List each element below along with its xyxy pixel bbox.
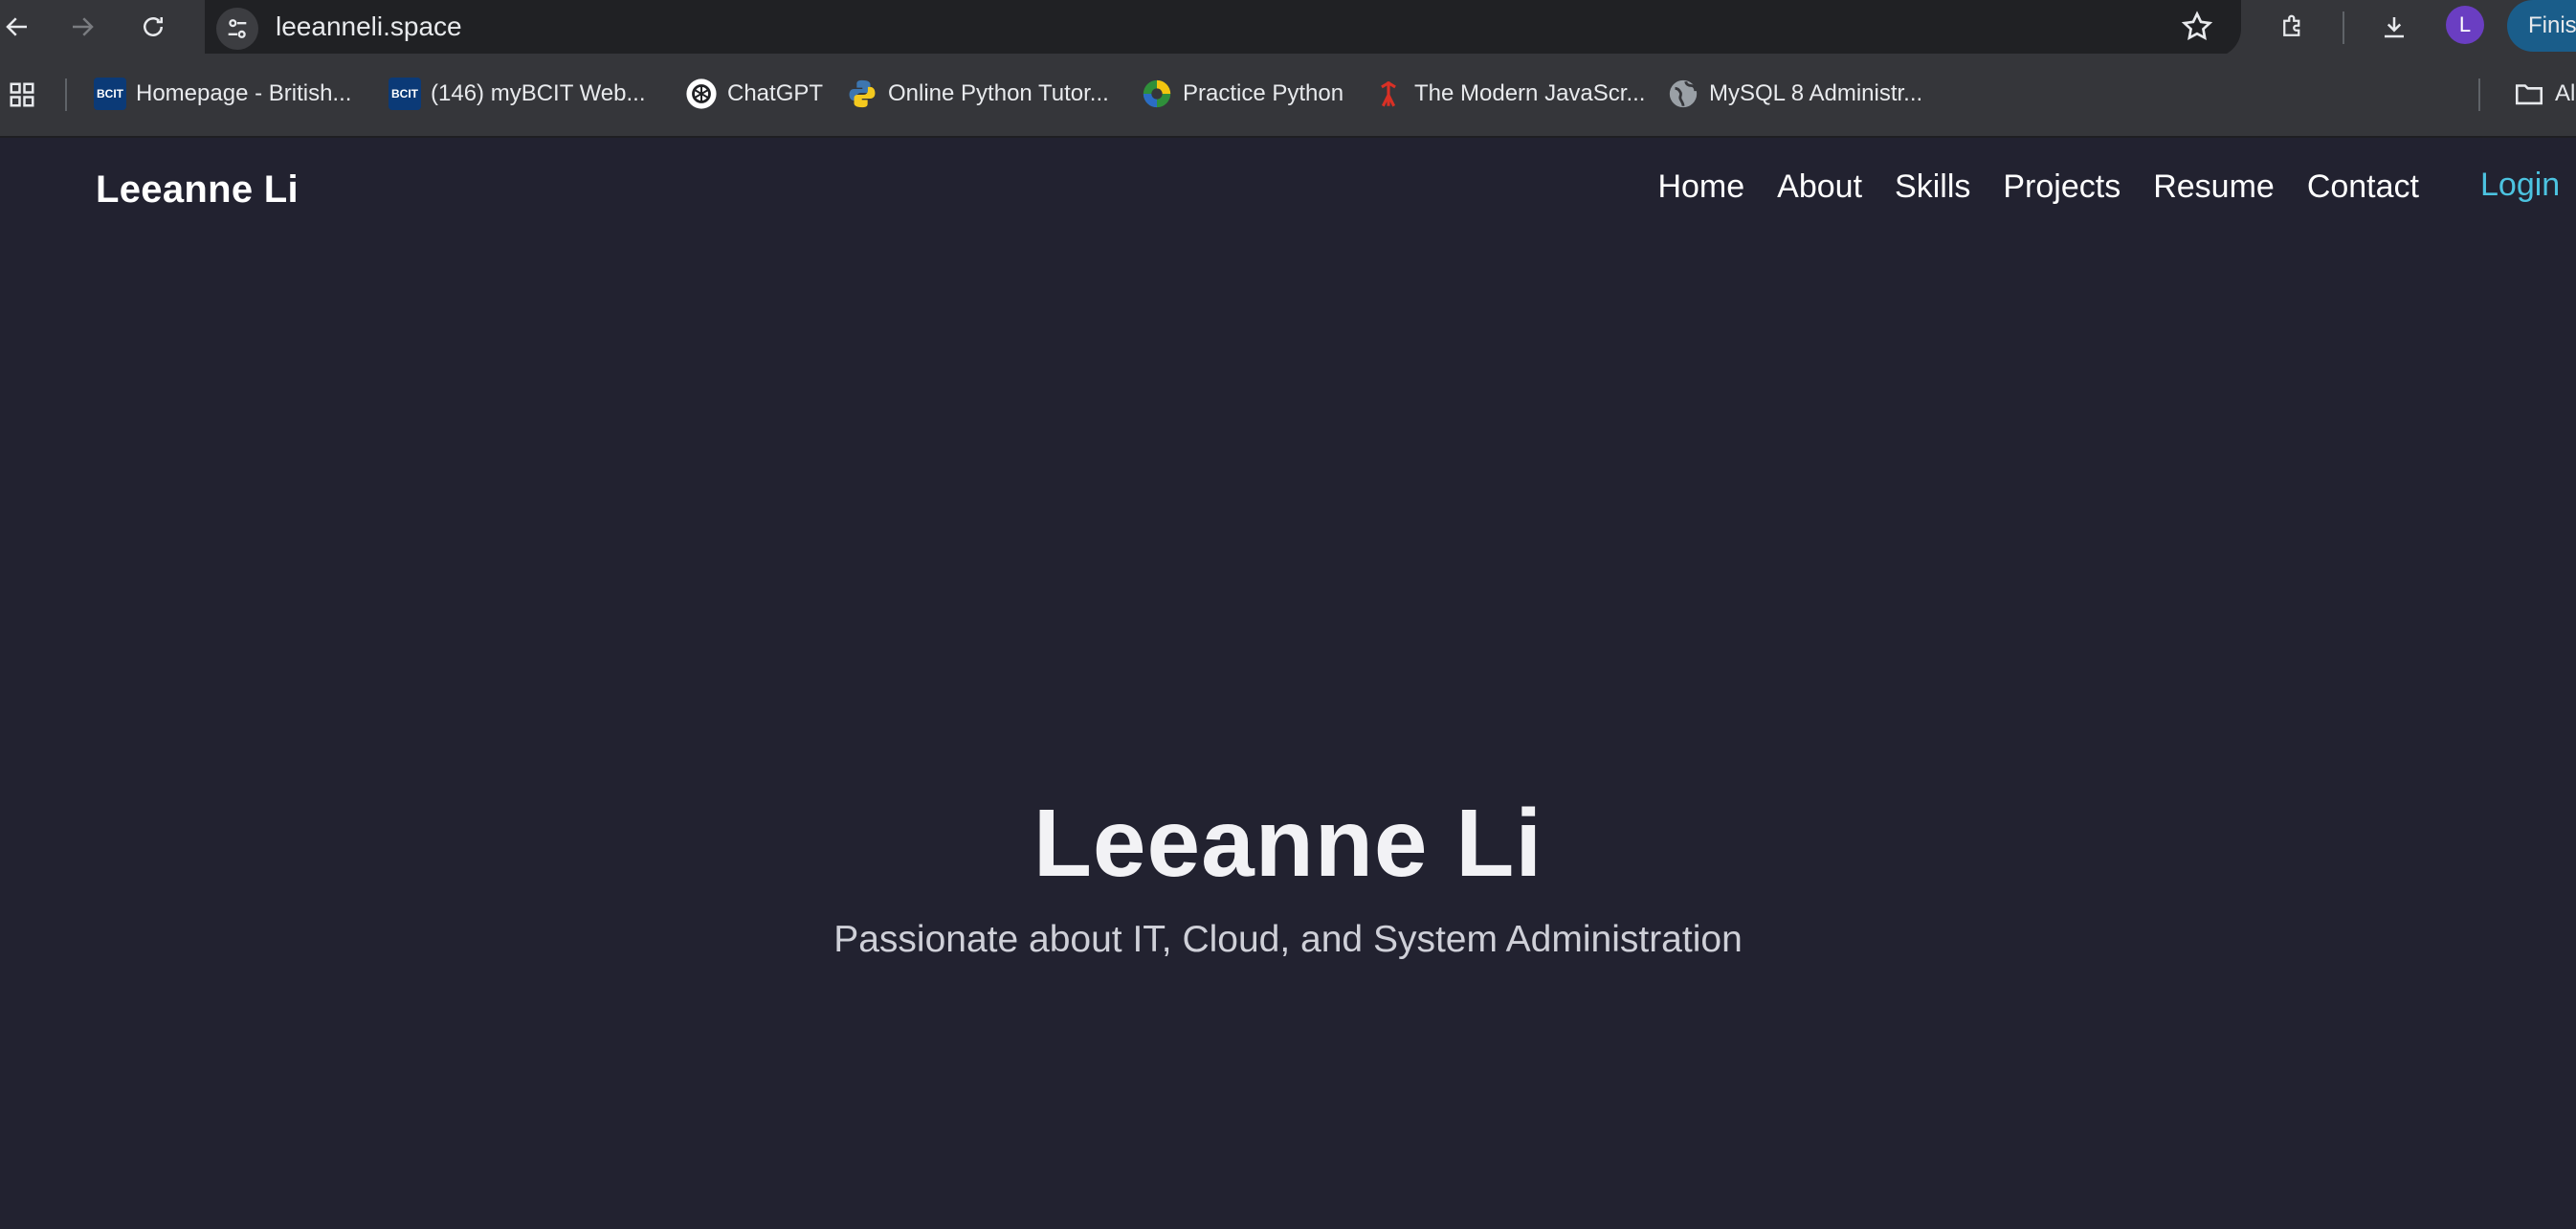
downloads-button[interactable] (2377, 10, 2411, 44)
arrow-right-icon (73, 17, 94, 36)
star-icon[interactable] (2180, 10, 2214, 44)
bookmark-label: Practice Python (1183, 80, 1344, 106)
hero-subtitle: Passionate about IT, Cloud, and System A… (833, 919, 1743, 960)
bookmark-item[interactable]: Practice Python (1141, 75, 1344, 113)
site-info-button[interactable] (216, 8, 258, 50)
site-brand[interactable]: Leeanne Li (96, 168, 299, 212)
bookmark-item[interactable]: The Modern JavaScr... (1372, 75, 1645, 113)
profile-avatar[interactable]: L (2446, 6, 2484, 44)
forward-button[interactable] (65, 10, 100, 44)
bookmarks-divider (65, 78, 67, 111)
hero-title: Leeanne Li (1033, 790, 1543, 897)
nav-about[interactable]: About (1777, 168, 1862, 206)
all-bookmarks-folder[interactable]: Al (2513, 75, 2575, 113)
chatgpt-icon (686, 78, 717, 109)
apps-grid-icon[interactable] (8, 80, 36, 109)
bookmarks-divider (2478, 78, 2480, 111)
javascript-info-icon (1381, 80, 1396, 107)
practice-python-icon (1143, 79, 1171, 108)
nav-resume[interactable]: Resume (2153, 168, 2275, 206)
reload-icon (144, 17, 163, 36)
back-button[interactable] (0, 10, 34, 44)
globe-icon (1669, 79, 1698, 108)
bookmark-label: (146) myBCIT Web... (431, 80, 646, 106)
bookmark-item[interactable]: ChatGPT (685, 75, 823, 113)
toolbar-divider (2343, 11, 2344, 44)
bookmark-label: ChatGPT (727, 80, 824, 106)
reload-button[interactable] (136, 10, 170, 44)
extensions-button[interactable] (2276, 10, 2310, 44)
bookmark-label: Al (2555, 80, 2576, 106)
bookmark-label: MySQL 8 Administr... (1709, 80, 1923, 106)
web-page: Leeanne Li Home About Skills Projects Re… (0, 138, 2576, 1229)
folder-icon (2515, 84, 2543, 105)
url-text[interactable]: leeanneli.space (276, 11, 462, 42)
finish-update-button[interactable]: Finis (2507, 0, 2576, 52)
arrow-left-icon (6, 17, 27, 36)
bcit-icon: BCIT (389, 78, 421, 110)
bookmark-item[interactable]: MySQL 8 Administr... (1667, 75, 1922, 113)
tune-icon (228, 19, 247, 38)
nav-contact[interactable]: Contact (2307, 168, 2419, 206)
bookmark-item[interactable]: BCIT Homepage - British... (94, 75, 351, 113)
puzzle-icon (2283, 14, 2300, 36)
browser-toolbar: leeanneli.space L Finis (0, 0, 2576, 57)
bookmark-label: The Modern JavaScr... (1414, 80, 1646, 106)
download-icon (2385, 17, 2404, 38)
bookmark-label: Homepage - British... (136, 80, 352, 106)
bookmarks-bar: BCIT Homepage - British... BCIT (146) my… (0, 54, 2576, 138)
bookmark-item[interactable]: Online Python Tutor... (846, 75, 1109, 113)
site-nav: Home About Skills Projects Resume Contac… (1657, 168, 2419, 206)
address-bar[interactable]: leeanneli.space (205, 0, 2241, 57)
nav-skills[interactable]: Skills (1895, 168, 1970, 206)
nav-home[interactable]: Home (1657, 168, 1744, 206)
bookmark-item[interactable]: BCIT (146) myBCIT Web... (389, 75, 646, 113)
python-icon (849, 79, 876, 108)
bcit-icon: BCIT (94, 78, 126, 110)
bookmark-label: Online Python Tutor... (888, 80, 1109, 106)
nav-projects[interactable]: Projects (2003, 168, 2121, 206)
login-link[interactable]: Login (2480, 167, 2560, 204)
